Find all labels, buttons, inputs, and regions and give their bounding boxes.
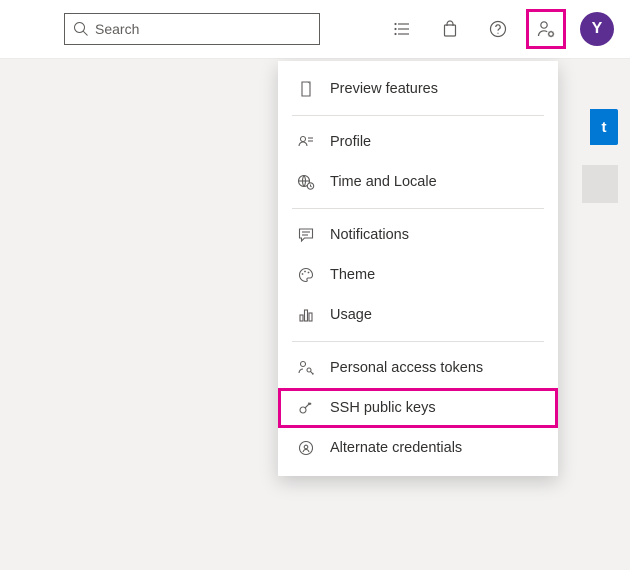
menu-label: SSH public keys [330, 400, 436, 416]
search-box[interactable] [64, 13, 320, 45]
menu-divider [292, 115, 544, 116]
menu-item-profile[interactable]: Profile [278, 122, 558, 162]
search-icon [73, 21, 89, 37]
bar-chart-icon [296, 305, 316, 325]
primary-action-button-fragment[interactable]: t [590, 109, 618, 145]
help-icon-button[interactable] [478, 9, 518, 49]
menu-label: Notifications [330, 227, 409, 243]
person-key-icon [296, 358, 316, 378]
menu-label: Theme [330, 267, 375, 283]
user-settings-icon-button[interactable] [526, 9, 566, 49]
chat-icon [296, 225, 316, 245]
menu-label: Personal access tokens [330, 360, 483, 376]
preview-icon [296, 79, 316, 99]
menu-label: Usage [330, 307, 372, 323]
menu-item-theme[interactable]: Theme [278, 255, 558, 295]
menu-label: Preview features [330, 81, 438, 97]
avatar[interactable]: Y [580, 12, 614, 46]
list-icon [393, 20, 411, 38]
globe-clock-icon [296, 172, 316, 192]
alt-creds-icon [296, 438, 316, 458]
search-input[interactable] [95, 14, 311, 44]
menu-item-personal-access-tokens[interactable]: Personal access tokens [278, 348, 558, 388]
content-area: t Preview features Profil [0, 58, 630, 570]
shopping-bag-icon [441, 20, 459, 38]
menu-divider [292, 208, 544, 209]
menu-item-notifications[interactable]: Notifications [278, 215, 558, 255]
menu-item-ssh-public-keys[interactable]: SSH public keys [278, 388, 558, 428]
menu-item-time-locale[interactable]: Time and Locale [278, 162, 558, 202]
marketplace-icon-button[interactable] [430, 9, 470, 49]
palette-icon [296, 265, 316, 285]
profile-icon [296, 132, 316, 152]
help-icon [489, 20, 507, 38]
user-settings-menu: Preview features Profile [278, 61, 558, 476]
user-gear-icon [536, 19, 556, 39]
menu-label: Time and Locale [330, 174, 437, 190]
menu-label: Alternate credentials [330, 440, 462, 456]
top-bar: Y [0, 0, 630, 58]
key-icon [296, 398, 316, 418]
background-panel-fragment [582, 165, 618, 203]
menu-item-alternate-credentials[interactable]: Alternate credentials [278, 428, 558, 468]
menu-divider [292, 341, 544, 342]
avatar-initial: Y [592, 20, 603, 38]
menu-label: Profile [330, 134, 371, 150]
menu-item-usage[interactable]: Usage [278, 295, 558, 335]
work-items-icon-button[interactable] [382, 9, 422, 49]
menu-item-preview-features[interactable]: Preview features [278, 69, 558, 109]
